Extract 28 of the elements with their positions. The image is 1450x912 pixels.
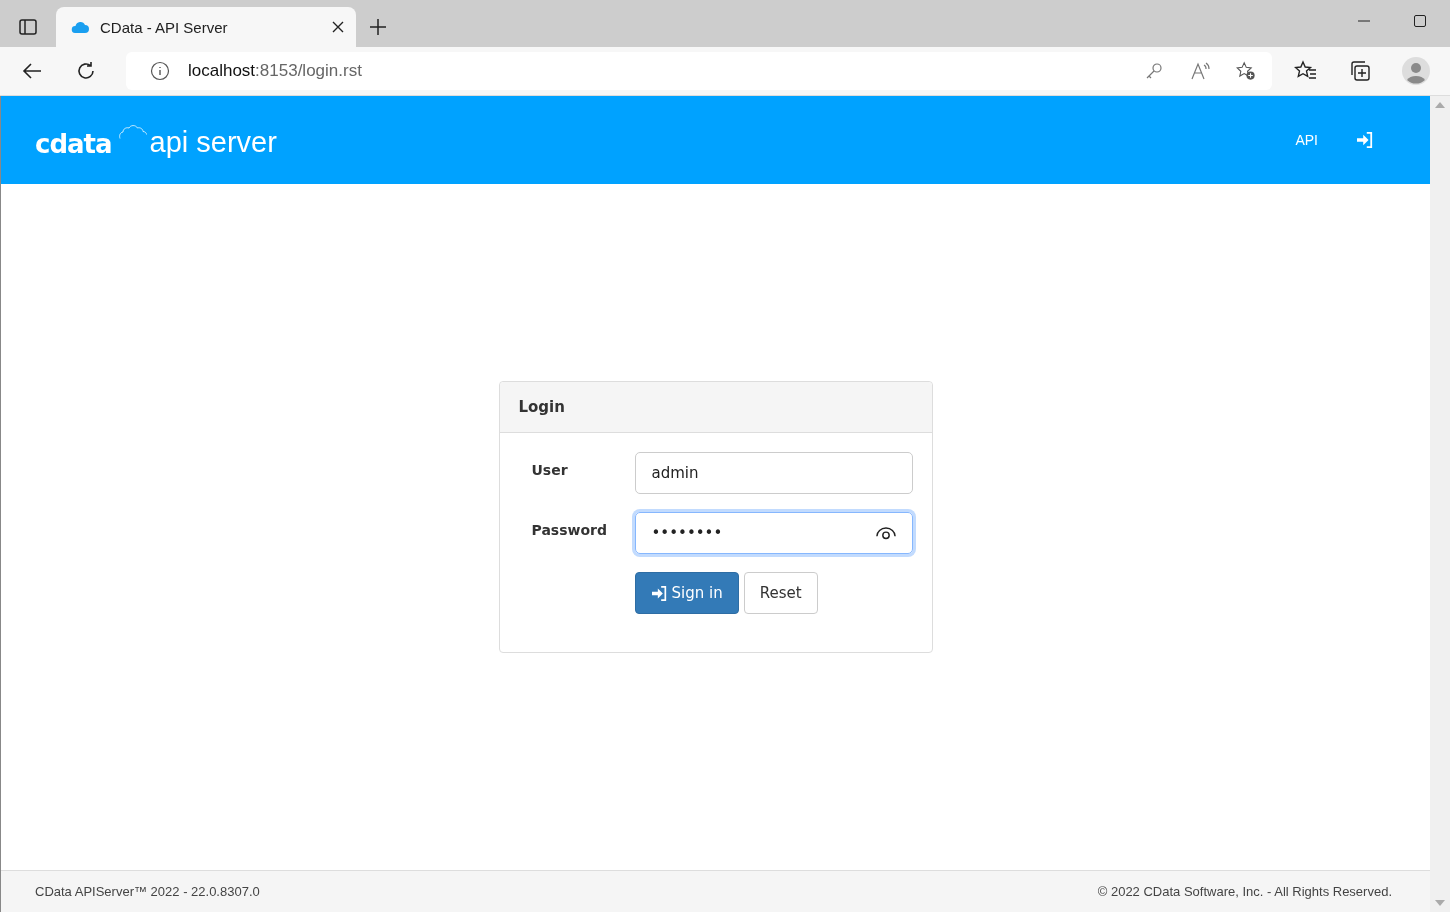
tab-actions-icon[interactable]	[18, 17, 38, 37]
input-field[interactable]: ••••••••	[634, 512, 913, 554]
browser-tab[interactable]: CData - API Server	[56, 7, 356, 47]
form-button[interactable]: Reset	[743, 572, 818, 614]
new-tab-icon[interactable]	[368, 17, 388, 37]
panel-title: Login	[518, 398, 565, 416]
form-button[interactable]: Sign in	[634, 572, 739, 614]
sign-in-icon[interactable]	[1356, 132, 1374, 148]
close-icon[interactable]	[332, 21, 344, 33]
input-field[interactable]: admin	[634, 452, 913, 494]
cloud-icon	[70, 20, 90, 34]
address-bar[interactable]: localhost:8153/login.rst	[126, 52, 1272, 90]
key-icon[interactable]	[1144, 61, 1164, 81]
star-plus-icon[interactable]	[1236, 61, 1256, 81]
copyright-text: © 2022 CData Software, Inc. - All Rights Reserved.	[1097, 884, 1392, 899]
sign-in-icon	[650, 585, 668, 601]
field-label: User	[531, 461, 569, 478]
cloud-outline-icon	[117, 123, 148, 141]
info-icon[interactable]	[150, 61, 170, 81]
collections-icon[interactable]	[1348, 59, 1372, 83]
field-label: Password	[531, 521, 608, 538]
maximize-icon[interactable]	[1414, 15, 1426, 27]
profile-avatar-icon[interactable]	[1402, 57, 1430, 85]
version-text: CData APIServer™ 2022 - 22.0.8307.0	[35, 884, 260, 899]
read-aloud-icon[interactable]	[1190, 61, 1210, 81]
eye-icon[interactable]	[875, 526, 896, 540]
logo-brand: cdata	[35, 131, 112, 157]
logo-product: api server	[149, 128, 277, 157]
